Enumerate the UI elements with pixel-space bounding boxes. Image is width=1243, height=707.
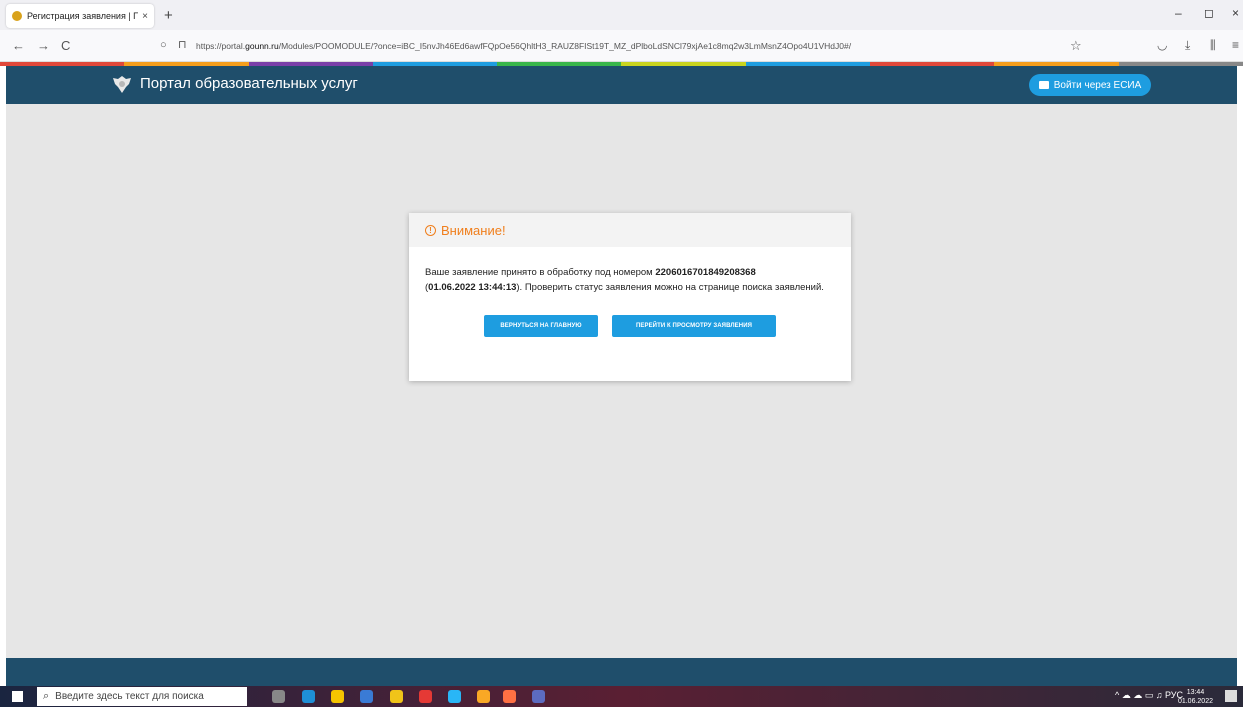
clock[interactable]: 13:44 01.06.2022 <box>1178 688 1213 706</box>
tab-close-icon[interactable]: × <box>142 11 148 22</box>
chart-app-icon[interactable] <box>477 690 490 703</box>
yandex-icon[interactable] <box>419 690 432 703</box>
esia-login-button[interactable]: Войти через ЕСИА <box>1029 74 1151 96</box>
page-content: ! Внимание! Ваше заявление принято в обр… <box>6 104 1237 658</box>
site-favicon-icon <box>12 11 22 21</box>
portal-title[interactable]: Портал образовательных услуг <box>140 75 358 92</box>
new-tab-button[interactable]: + <box>164 7 173 24</box>
library-icon[interactable]: ⫼ <box>1210 38 1216 53</box>
browser-tab-bar: Регистрация заявления | Порт × + – ◻ × <box>0 0 1243 30</box>
yandex-browser-icon[interactable] <box>390 690 403 703</box>
dialog-message: Ваше заявление принято в обработку под н… <box>409 247 851 337</box>
menu-icon[interactable]: ≡ <box>1232 38 1239 52</box>
tab-title: Регистрация заявления | Порт <box>27 11 139 21</box>
forward-button[interactable]: → <box>37 38 50 53</box>
browser-nav-bar: ← → C ○ ⊓ https://portal.gounn.ru/Module… <box>0 30 1243 62</box>
restore-button[interactable]: ◻ <box>1204 6 1214 20</box>
esia-login-label: Войти через ЕСИА <box>1053 79 1142 91</box>
search-icon: ⌕ <box>43 690 50 702</box>
id-card-icon <box>1038 81 1049 89</box>
tracking-shield-icon[interactable]: ○ <box>160 39 167 51</box>
file-explorer-icon[interactable] <box>331 690 344 703</box>
notice-dialog: ! Внимание! Ваше заявление принято в обр… <box>409 213 851 381</box>
edge-icon[interactable] <box>302 690 315 703</box>
url-text[interactable]: https://portal.gounn.ru/Modules/POOMODUL… <box>196 41 1046 51</box>
notification-icon[interactable] <box>1225 690 1237 702</box>
reload-button[interactable]: C <box>61 38 70 53</box>
system-tray[interactable]: ^ ☁ ☁ ▭ ♫ РУС <box>1115 690 1183 701</box>
task-view-icon[interactable] <box>272 690 285 703</box>
taskbar-search-placeholder: Введите здесь текст для поиска <box>55 691 204 702</box>
dialog-heading: Внимание! <box>441 222 506 238</box>
warning-icon: ! <box>425 224 436 236</box>
windows-taskbar: ⌕ Введите здесь текст для поиска ^ ☁ ☁ ▭… <box>0 686 1243 707</box>
firefox-icon[interactable] <box>503 690 516 703</box>
portal-header: Портал образовательных услуг Войти через… <box>6 66 1237 104</box>
store-icon[interactable] <box>360 690 373 703</box>
dialog-buttons: ВЕРНУТЬСЯ НА ГЛАВНУЮ ПЕРЕЙТИ К ПРОСМОТРУ… <box>425 315 835 337</box>
back-button[interactable]: ← <box>12 38 25 53</box>
bookmark-star-icon[interactable]: ☆ <box>1070 38 1082 54</box>
application-date: 01.06.2022 13:44:13 <box>428 282 517 293</box>
browser-tab[interactable]: Регистрация заявления | Порт × <box>6 4 154 28</box>
minimize-button[interactable]: – <box>1175 6 1182 20</box>
app-icon[interactable] <box>448 690 461 703</box>
windows-start-icon[interactable] <box>12 691 23 702</box>
download-icon[interactable]: ⤓ <box>1185 38 1190 53</box>
back-to-home-button[interactable]: ВЕРНУТЬСЯ НА ГЛАВНУЮ <box>484 315 598 337</box>
window-close-button[interactable]: × <box>1232 6 1239 20</box>
address-bar[interactable]: ○ ⊓ https://portal.gounn.ru/Modules/POOM… <box>150 34 1090 58</box>
taskbar-search[interactable]: ⌕ Введите здесь текст для поиска <box>37 687 247 706</box>
photos-icon[interactable] <box>532 690 545 703</box>
dialog-header: ! Внимание! <box>409 213 851 247</box>
coat-of-arms-icon <box>113 76 131 93</box>
portal-footer <box>6 658 1237 686</box>
pocket-icon[interactable]: ◡ <box>1157 38 1167 52</box>
view-application-button[interactable]: ПЕРЕЙТИ К ПРОСМОТРУ ЗАЯВЛЕНИЯ <box>612 315 776 337</box>
application-number: 2206016701849208368 <box>655 267 756 278</box>
lock-icon[interactable]: ⊓ <box>178 38 187 51</box>
